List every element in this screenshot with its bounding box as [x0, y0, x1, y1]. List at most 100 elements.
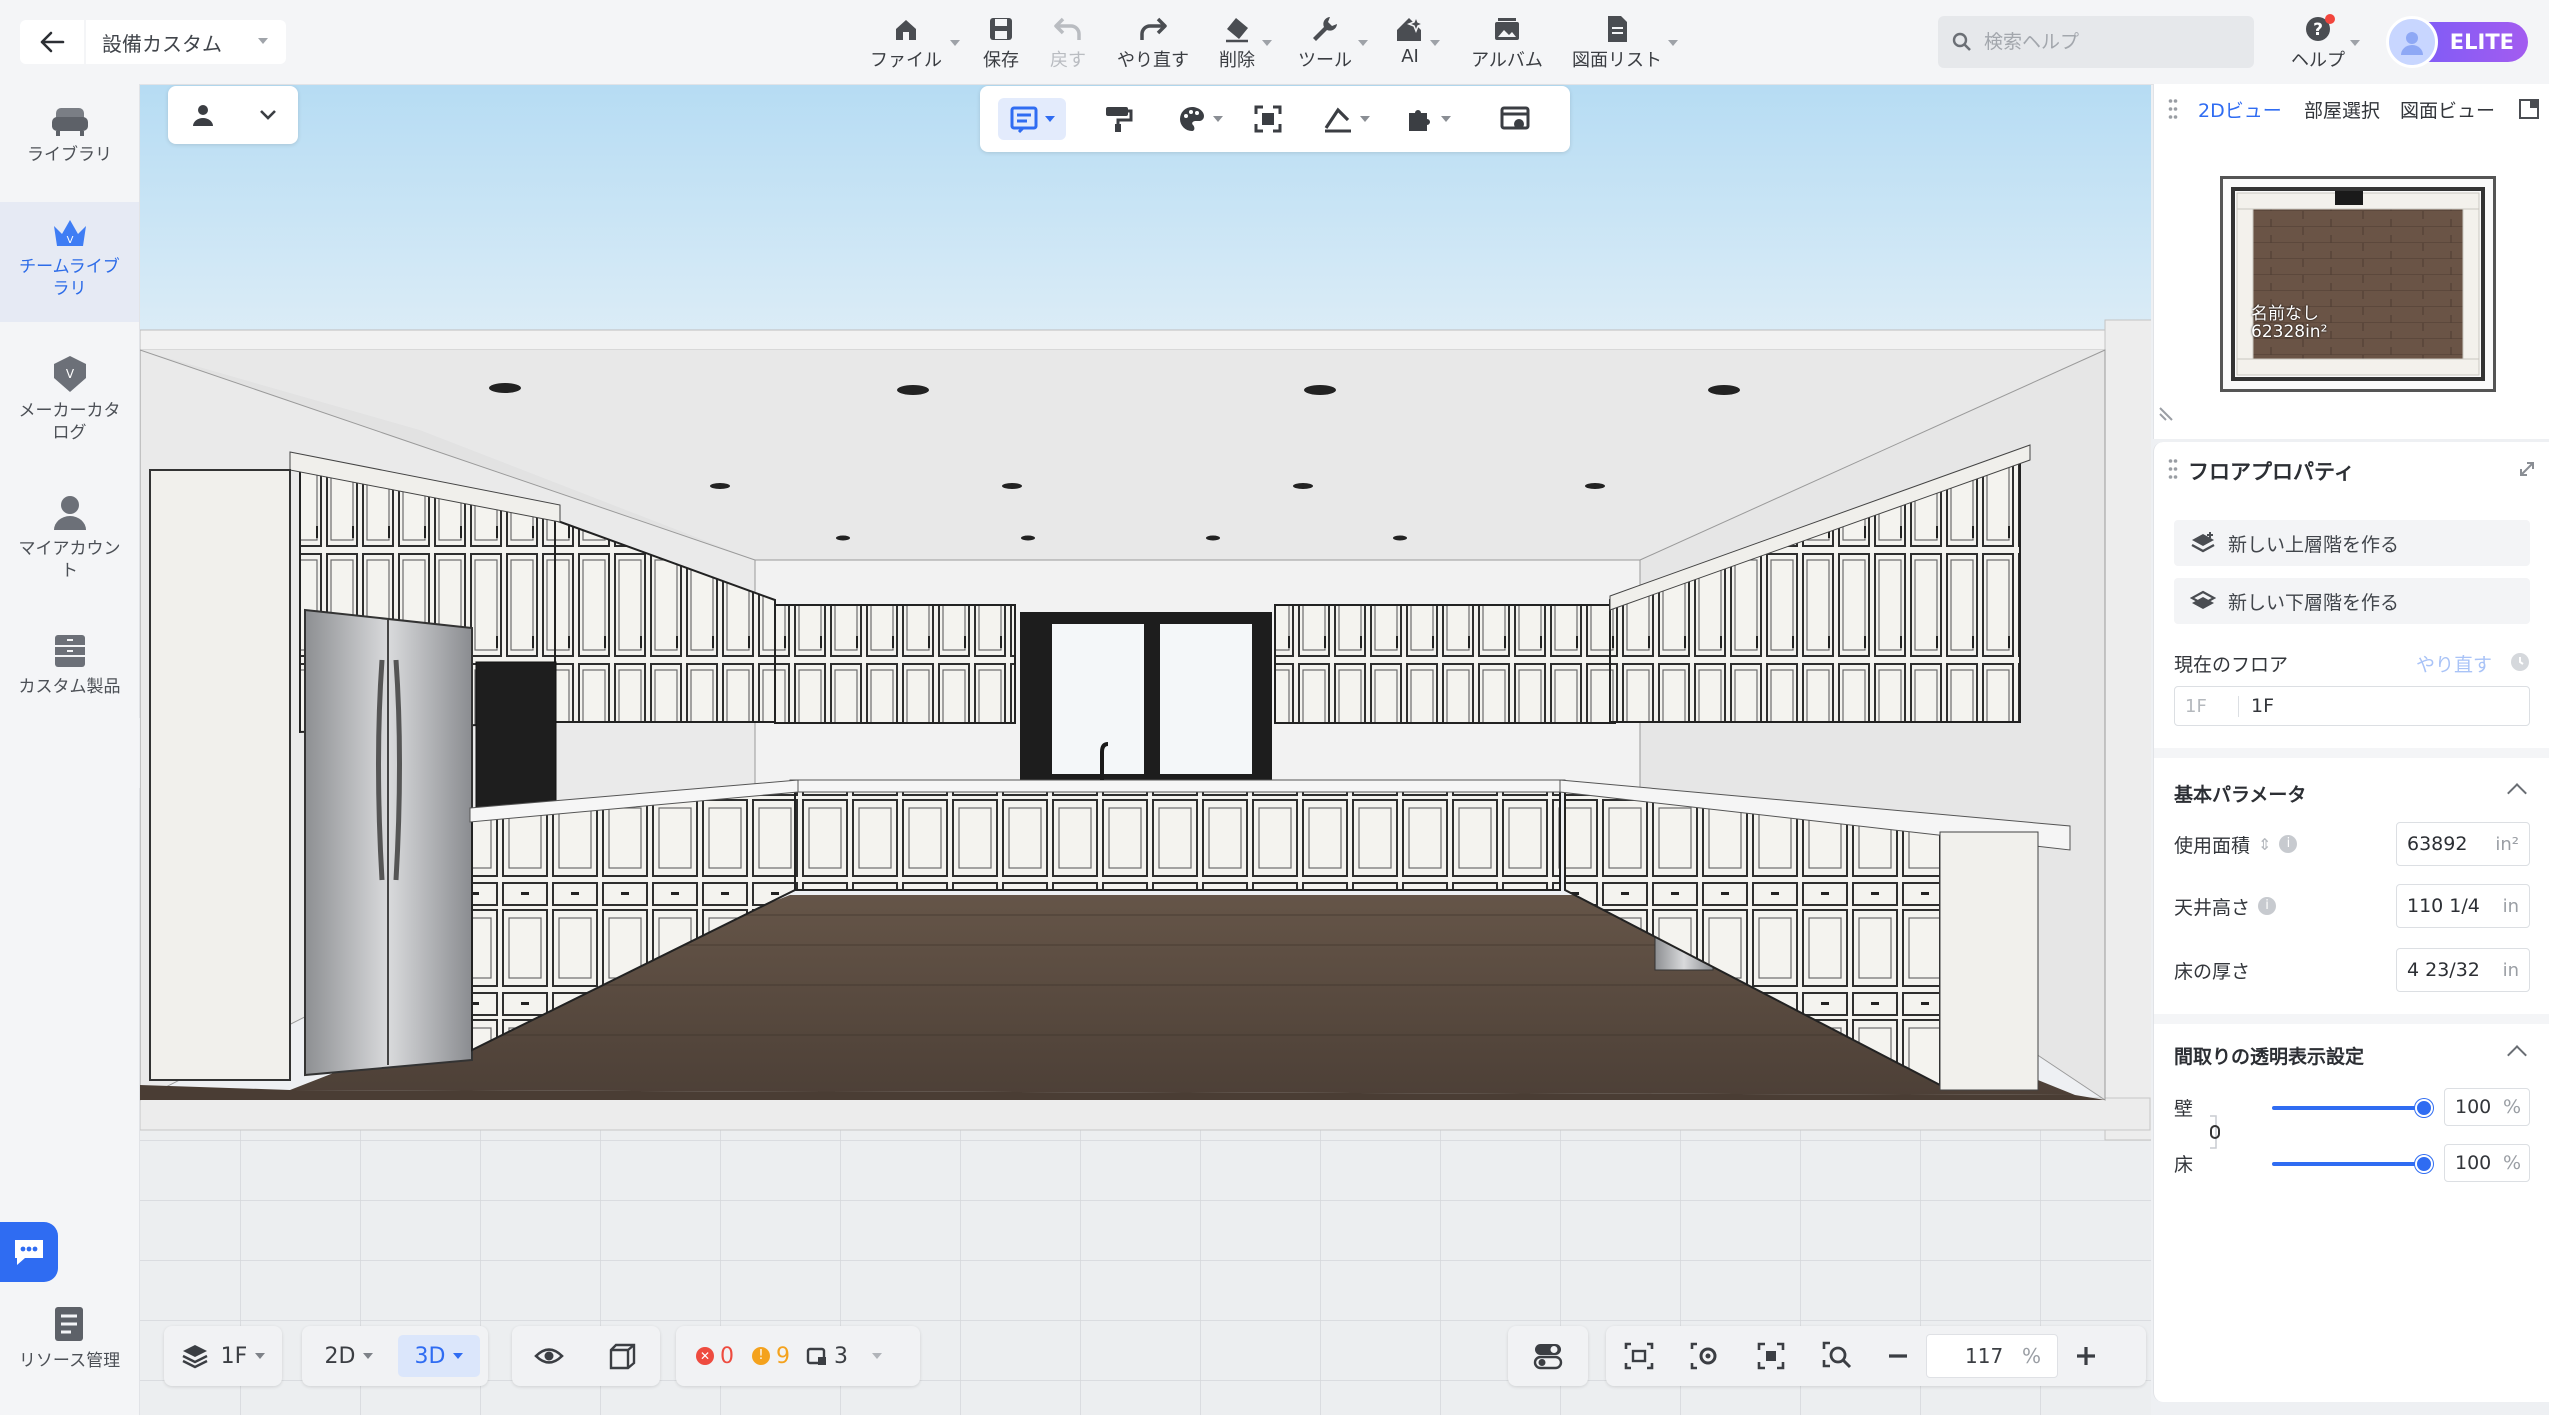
zoom-to-area-button[interactable]	[1804, 1326, 1870, 1386]
floor-transparency-field[interactable]: 100%	[2444, 1144, 2530, 1182]
eye-icon[interactable]	[534, 1345, 564, 1367]
viewport-tool-strip	[980, 86, 1570, 152]
toggle-settings-button[interactable]	[1508, 1326, 1588, 1386]
save-icon	[990, 18, 1012, 40]
toolbar-redo-button[interactable]: やり直す	[1114, 12, 1192, 72]
sidebar-item-library[interactable]: ライブラリ	[0, 104, 139, 200]
create-lower-floor-button[interactable]: 新しい下層階を作る	[2174, 578, 2530, 624]
toolbar-album-button[interactable]: アルバム	[1470, 12, 1544, 72]
sort-icon[interactable]: ⇕	[2258, 835, 2271, 854]
issue-status-bar[interactable]: ✕ 0 ! 9 3	[676, 1326, 920, 1386]
minus-icon	[1889, 1354, 1907, 1358]
sidebar-item-custom-products[interactable]: カスタム製品	[0, 632, 139, 722]
screenshot-area-button[interactable]	[1606, 1326, 1672, 1386]
tool-settings-button[interactable]	[1490, 98, 1540, 140]
info-icon[interactable]: i	[2279, 835, 2298, 853]
fit-view-button[interactable]	[1738, 1326, 1804, 1386]
chevron-down-icon	[950, 40, 960, 46]
param-usable-area-field[interactable]: 63892 in²	[2396, 822, 2530, 866]
chat-support-button[interactable]	[0, 1222, 58, 1282]
viewer-user-dropdown[interactable]	[168, 86, 298, 144]
back-button[interactable]	[20, 20, 84, 64]
current-floor-field[interactable]: 1F 1F	[2174, 686, 2530, 726]
plus-icon	[2077, 1347, 2095, 1365]
floor-prefix: 1F	[2175, 695, 2239, 717]
help-button[interactable]: ? ヘルプ	[2290, 12, 2360, 72]
zoom-level-field[interactable]: 117%	[1926, 1334, 2058, 1378]
view-mode-switch: 2D 3D	[302, 1326, 488, 1386]
floor-transparency-slider[interactable]	[2272, 1155, 2433, 1173]
create-upper-floor-button[interactable]: 新しい上層階を作る	[2174, 520, 2530, 566]
toolbar-tools-button[interactable]: ツール	[1296, 12, 1368, 72]
param-ceiling-height-field[interactable]: 110 1/4 in	[2396, 884, 2530, 928]
toolbar-drawing-list-button[interactable]: 図面リスト	[1570, 12, 1678, 72]
svg-text:?: ?	[2313, 20, 2323, 40]
tab-room-select[interactable]: 部屋選択	[2304, 96, 2380, 123]
file-icon	[896, 20, 916, 40]
link-icon[interactable]	[2206, 1112, 2226, 1152]
tool-paint-button[interactable]	[1098, 98, 1138, 140]
view-3d-button[interactable]: 3D	[398, 1335, 480, 1377]
expand-icon[interactable]	[2518, 460, 2536, 478]
toolbar-delete-button[interactable]: 削除	[1216, 12, 1272, 72]
param-ceiling-height-label: 天井高さ i	[2174, 884, 2277, 928]
wall-transparency-slider[interactable]	[2272, 1099, 2433, 1117]
floor-selector[interactable]: 1F	[164, 1326, 282, 1386]
param-floor-thickness-field[interactable]: 4 23/32 in	[2396, 948, 2530, 992]
chevron-down-icon	[1262, 40, 1272, 46]
slider-knob[interactable]	[2415, 1099, 2433, 1117]
wall-transparency-field[interactable]: 100%	[2444, 1088, 2530, 1126]
resize-corner-icon[interactable]	[2156, 404, 2176, 424]
sidebar-item-my-account[interactable]: マイアカウント	[0, 492, 139, 612]
cabinet-icon	[54, 635, 85, 667]
3d-viewport[interactable]	[140, 85, 2151, 1415]
view-2d-button[interactable]: 2D	[310, 1335, 388, 1377]
search-input[interactable]	[1982, 30, 2236, 54]
floorplan-minimap[interactable]: 名前なし 62328in²	[2220, 176, 2496, 392]
tool-select-area-button[interactable]	[1248, 98, 1288, 140]
history-icon[interactable]	[2510, 652, 2530, 672]
capture-area-icon	[1624, 1342, 1654, 1370]
tab-2d-view[interactable]: 2Dビュー	[2198, 96, 2282, 123]
sidebar-item-maker-catalog[interactable]: V メーカーカタログ	[0, 354, 139, 474]
svg-text:V: V	[65, 367, 74, 381]
zoom-controls: 117%	[1606, 1326, 2146, 1386]
toolbar-save-button[interactable]: 保存	[980, 12, 1022, 72]
zoom-in-button[interactable]	[2058, 1326, 2114, 1386]
collapse-panel-icon[interactable]	[2518, 98, 2540, 120]
search-help-box[interactable]	[1938, 16, 2254, 68]
chevron-up-icon[interactable]	[2507, 1045, 2527, 1065]
param-usable-area-label: 使用面積 ⇕ i	[2174, 822, 2298, 866]
chevron-down-icon	[1360, 116, 1370, 122]
floor-label: 床	[2174, 1154, 2194, 1176]
tab-drawing-view[interactable]: 図面ビュー	[2400, 96, 2495, 123]
chevron-down-icon	[453, 1353, 464, 1359]
redo-icon	[1140, 17, 1167, 40]
project-name-dropdown[interactable]: 設備カスタム	[86, 20, 286, 64]
zoom-out-button[interactable]	[1870, 1326, 1926, 1386]
kitchen-3d-render	[140, 85, 2151, 1415]
floor-properties-panel: フロアプロパティ 新しい上層階を作る 新しい下層階を作る 現在のフロア やり直す…	[2153, 442, 2549, 1402]
drag-handle-icon[interactable]	[2168, 458, 2178, 480]
account-elite-badge[interactable]: ELITE	[2386, 16, 2549, 68]
slider-knob[interactable]	[2415, 1155, 2433, 1173]
cube-icon[interactable]	[608, 1341, 638, 1371]
redo-link[interactable]: やり直す	[2416, 650, 2492, 677]
toolbar-ai-button[interactable]: AI	[1394, 12, 1440, 67]
sidebar-item-team-library[interactable]: V チームライブラリ	[0, 202, 139, 322]
sofa-icon	[51, 108, 88, 136]
tool-measure-button[interactable]	[1316, 98, 1376, 140]
chevron-up-icon[interactable]	[2507, 783, 2527, 803]
toolbar-undo-button[interactable]: 戻す	[1048, 12, 1088, 72]
camera-settings-button[interactable]	[1672, 1326, 1738, 1386]
wrench-icon	[1313, 17, 1337, 41]
tool-plugin-button[interactable]	[1398, 98, 1458, 140]
warning-icon: !	[752, 1347, 770, 1365]
tool-annotation-button[interactable]	[998, 98, 1066, 140]
zoom-area-icon	[1822, 1341, 1852, 1369]
toolbar-file-button[interactable]: ファイル	[866, 12, 960, 72]
info-icon[interactable]: i	[2258, 897, 2277, 915]
tool-material-button[interactable]	[1170, 98, 1230, 140]
drag-handle-icon[interactable]	[2168, 98, 2178, 120]
sidebar-item-resource-management[interactable]: リソース管理	[0, 1304, 139, 1394]
